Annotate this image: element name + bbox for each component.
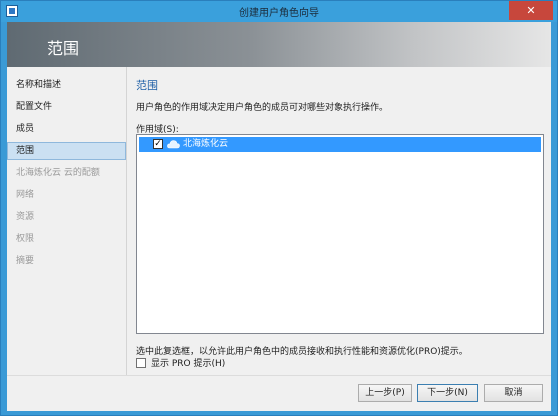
wizard-header: 范围 <box>7 22 551 67</box>
show-pro-tips-label[interactable]: 显示 PRO 提示(H) <box>151 356 225 369</box>
scope-panel: 范围 用户角色的作用域决定用户角色的成员可对哪些对象执行操作。 作用域(S): … <box>126 67 551 375</box>
wizard-steps-sidebar: 名称和描述 配置文件 成员 范围 北海炼化云 云的配额 网络 资源 权限 摘要 <box>7 67 126 375</box>
next-button[interactable]: 下一步(N) <box>417 384 478 402</box>
previous-button[interactable]: 上一步(P) <box>358 384 412 402</box>
close-button[interactable]: ✕ <box>509 1 553 20</box>
sidebar-item-network: 网络 <box>16 190 35 200</box>
window-title: 创建用户角色向导 <box>239 8 319 19</box>
scope-item-checkbox[interactable]: ✓ <box>153 139 163 149</box>
scope-item-label: 北海炼化云 <box>183 139 229 149</box>
sidebar-item-members[interactable]: 成员 <box>7 120 126 138</box>
cloud-icon <box>167 140 180 149</box>
show-pro-tips-checkbox[interactable] <box>136 358 146 368</box>
scope-description: 用户角色的作用域决定用户角色的成员可对哪些对象执行操作。 <box>136 103 389 113</box>
sidebar-item-scope[interactable]: 范围 <box>7 142 126 160</box>
sidebar-item-permissions: 权限 <box>16 234 35 244</box>
cancel-button[interactable]: 取消 <box>484 384 543 402</box>
wizard-button-bar: 上一步(P) 下一步(N) 取消 <box>7 376 551 411</box>
scope-list-item[interactable]: ✓ 北海炼化云 <box>139 137 541 152</box>
title-bar[interactable]: 创建用户角色向导 ✕ <box>1 1 557 22</box>
sidebar-item-summary: 摘要 <box>16 256 35 266</box>
section-title: 范围 <box>136 79 158 92</box>
wizard-window: 创建用户角色向导 ✕ 范围 名称和描述 配置文件 成员 范围 北海炼化云 云的配… <box>0 0 558 416</box>
scope-list[interactable]: ✓ 北海炼化云 <box>136 134 544 334</box>
sidebar-item-resources: 资源 <box>16 212 35 222</box>
page-title: 范围 <box>47 39 80 58</box>
wizard-client-area: 范围 名称和描述 配置文件 成员 范围 北海炼化云 云的配额 网络 资源 权限 … <box>7 22 551 411</box>
sidebar-item-profile[interactable]: 配置文件 <box>7 98 126 116</box>
sidebar-item-cloud-quota: 北海炼化云 云的配额 <box>16 168 100 178</box>
sidebar-item-name-description[interactable]: 名称和描述 <box>7 76 126 94</box>
